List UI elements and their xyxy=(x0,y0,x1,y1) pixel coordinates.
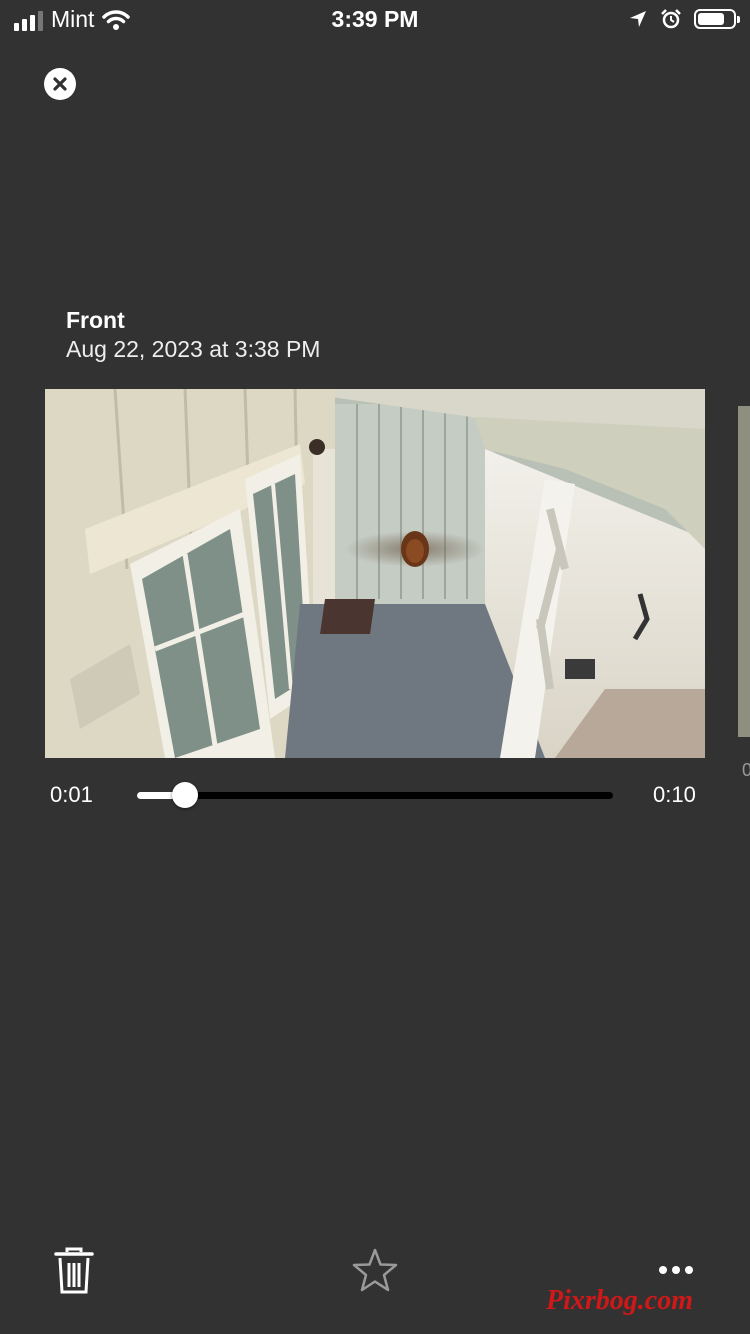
status-bar: Mint 3:39 PM xyxy=(0,0,750,40)
delete-button[interactable] xyxy=(52,1245,96,1297)
battery-level xyxy=(698,13,725,25)
current-time: 0:01 xyxy=(50,782,93,807)
video-frame xyxy=(45,389,705,758)
watermark: Pixrbog.com xyxy=(546,1285,693,1316)
alarm-icon xyxy=(661,9,681,29)
star-icon xyxy=(352,1248,398,1292)
next-clip-time: 0 xyxy=(742,760,750,780)
status-icons xyxy=(628,8,740,30)
clip-timestamp: Aug 22, 2023 at 3:38 PM xyxy=(66,336,321,362)
scrubber-handle[interactable] xyxy=(171,782,198,808)
trash-icon xyxy=(54,1247,94,1294)
camera-name: Front xyxy=(66,307,125,333)
duration: 0:10 xyxy=(653,782,696,807)
more-icon xyxy=(659,1266,693,1274)
location-arrow-icon xyxy=(630,11,646,27)
close-button[interactable] xyxy=(44,68,76,100)
next-clip-preview[interactable] xyxy=(738,406,750,737)
video-player[interactable] xyxy=(45,389,705,758)
playback-scrubber[interactable] xyxy=(137,782,613,808)
more-options-button[interactable] xyxy=(655,1258,697,1282)
close-icon xyxy=(53,77,67,91)
battery-icon xyxy=(694,9,740,29)
favorite-button[interactable] xyxy=(350,1246,400,1294)
